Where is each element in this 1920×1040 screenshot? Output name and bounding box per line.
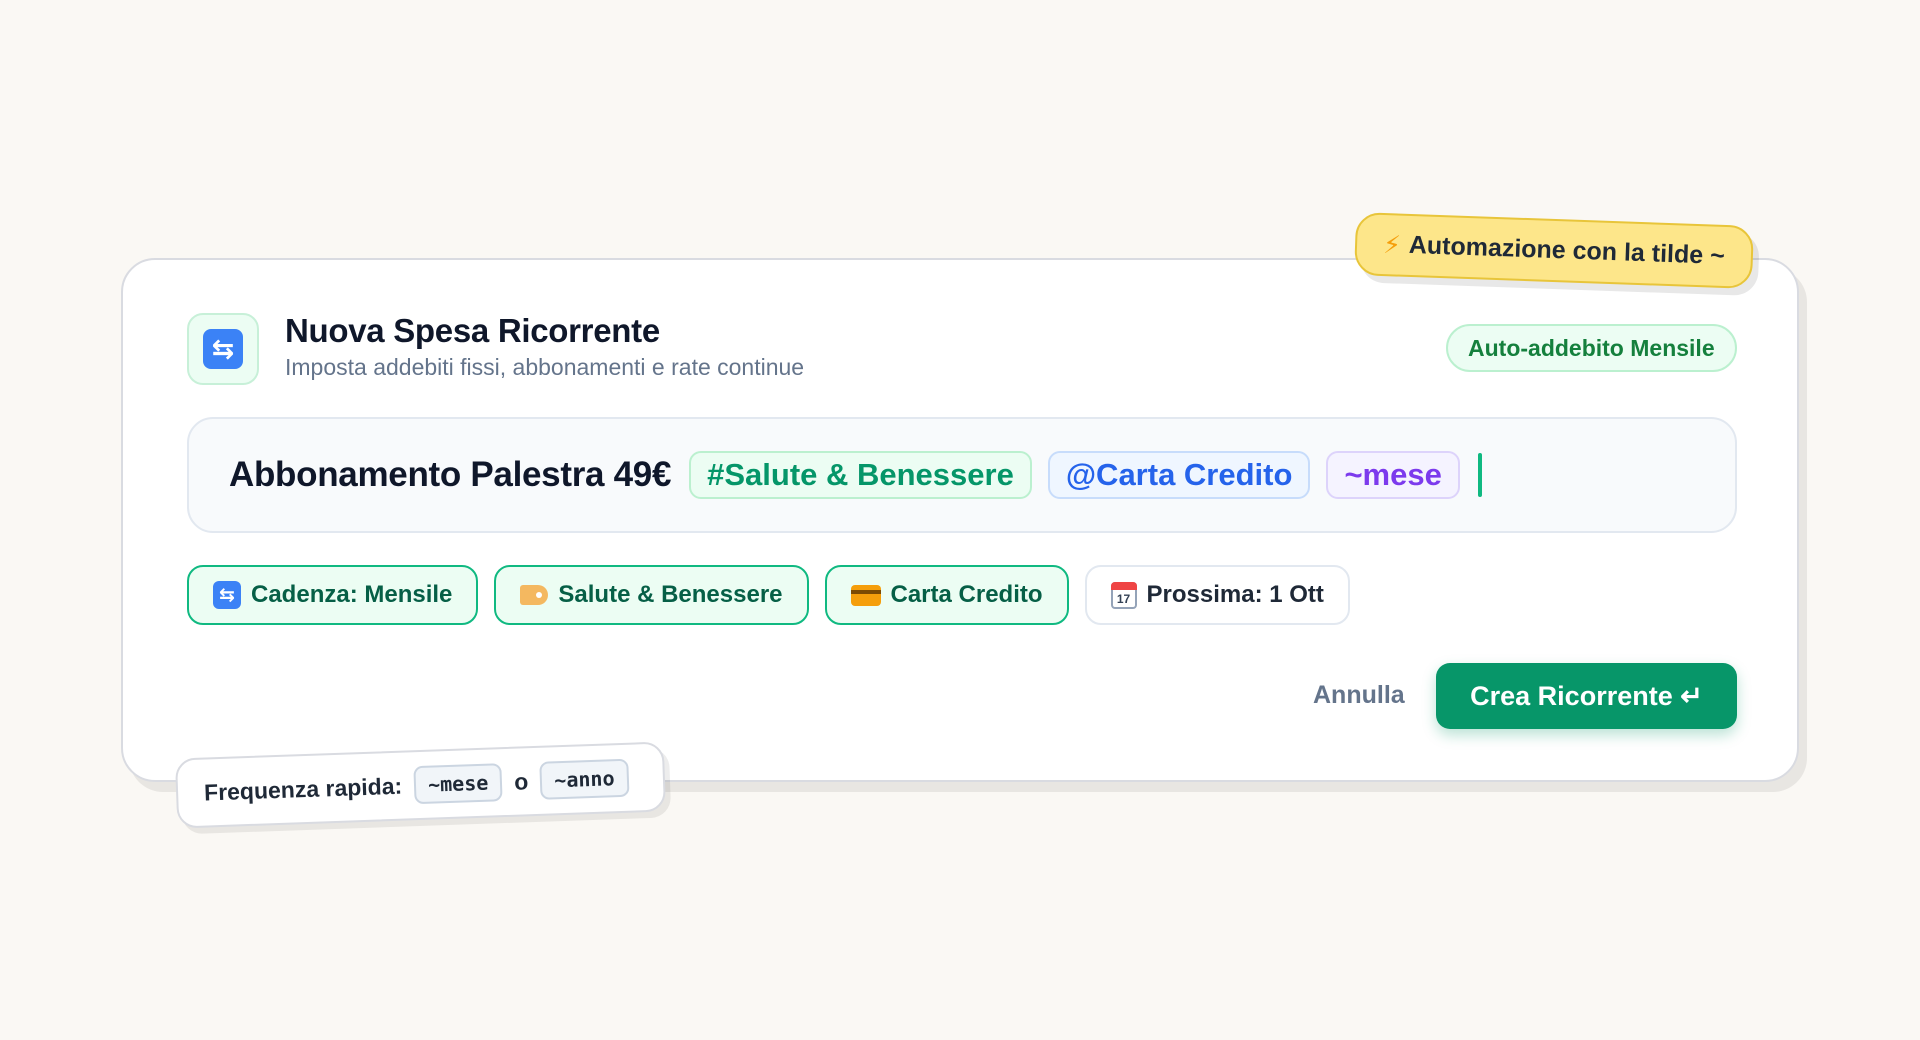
frequency-token[interactable]: ~mese <box>1326 451 1460 499</box>
page-subtitle: Imposta addebiti fissi, abbonamenti e ra… <box>285 354 805 380</box>
category-token[interactable]: #Salute & Benessere <box>689 451 1032 499</box>
sticker-top-text: Automazione con la tilde ~ <box>1408 230 1726 270</box>
chip-cadence[interactable]: ⇆ Cadenza: Mensile <box>187 565 479 625</box>
chip-category-label: Salute & Benessere <box>558 581 783 608</box>
tag-icon <box>520 585 549 605</box>
recurring-expense-card: ⇆ Nuova Spesa Ricorrente Imposta addebit… <box>121 258 1799 782</box>
credit-card-icon <box>850 584 881 606</box>
header-icon-badge: ⇆ <box>187 313 259 385</box>
expense-input-text: Abbonamento Palestra 49€ <box>229 455 672 494</box>
chip-next-date-label: Prossima: 1 Ott <box>1146 581 1324 608</box>
chip-category[interactable]: Salute & Benessere <box>494 565 809 625</box>
account-token[interactable]: @Carta Credito <box>1047 451 1311 499</box>
chip-cadence-label: Cadenza: Mensile <box>251 581 453 608</box>
expense-input[interactable]: Abbonamento Palestra 49€ #Salute & Benes… <box>187 417 1737 533</box>
page-title: Nuova Spesa Ricorrente <box>285 312 660 349</box>
quick-frequency-label: Frequenza rapida: <box>203 772 403 806</box>
shortcut-separator: o <box>513 767 529 795</box>
shortcut-year-key: ~anno <box>539 758 630 800</box>
auto-debit-badge: Auto-addebito Mensile <box>1446 324 1737 372</box>
text-caret <box>1477 453 1482 497</box>
summary-chips: ⇆ Cadenza: Mensile Salute & Benessere Ca… <box>187 565 1350 625</box>
refresh-icon: ⇆ <box>213 581 241 609</box>
calendar-icon: 17 <box>1110 581 1137 609</box>
lightning-icon: ⚡ <box>1382 230 1402 260</box>
cancel-button[interactable]: Annulla <box>1313 675 1405 715</box>
refresh-icon: ⇆ <box>203 329 243 369</box>
chip-account-label: Carta Credito <box>890 581 1043 608</box>
chip-next-date[interactable]: 17 Prossima: 1 Ott <box>1084 565 1350 625</box>
create-recurring-button[interactable]: Crea Ricorrente ↵ <box>1436 663 1737 729</box>
stage: ⇆ Nuova Spesa Ricorrente Imposta addebit… <box>0 0 1920 1040</box>
shortcut-month-key: ~mese <box>413 763 503 805</box>
chip-account[interactable]: Carta Credito <box>824 565 1069 625</box>
